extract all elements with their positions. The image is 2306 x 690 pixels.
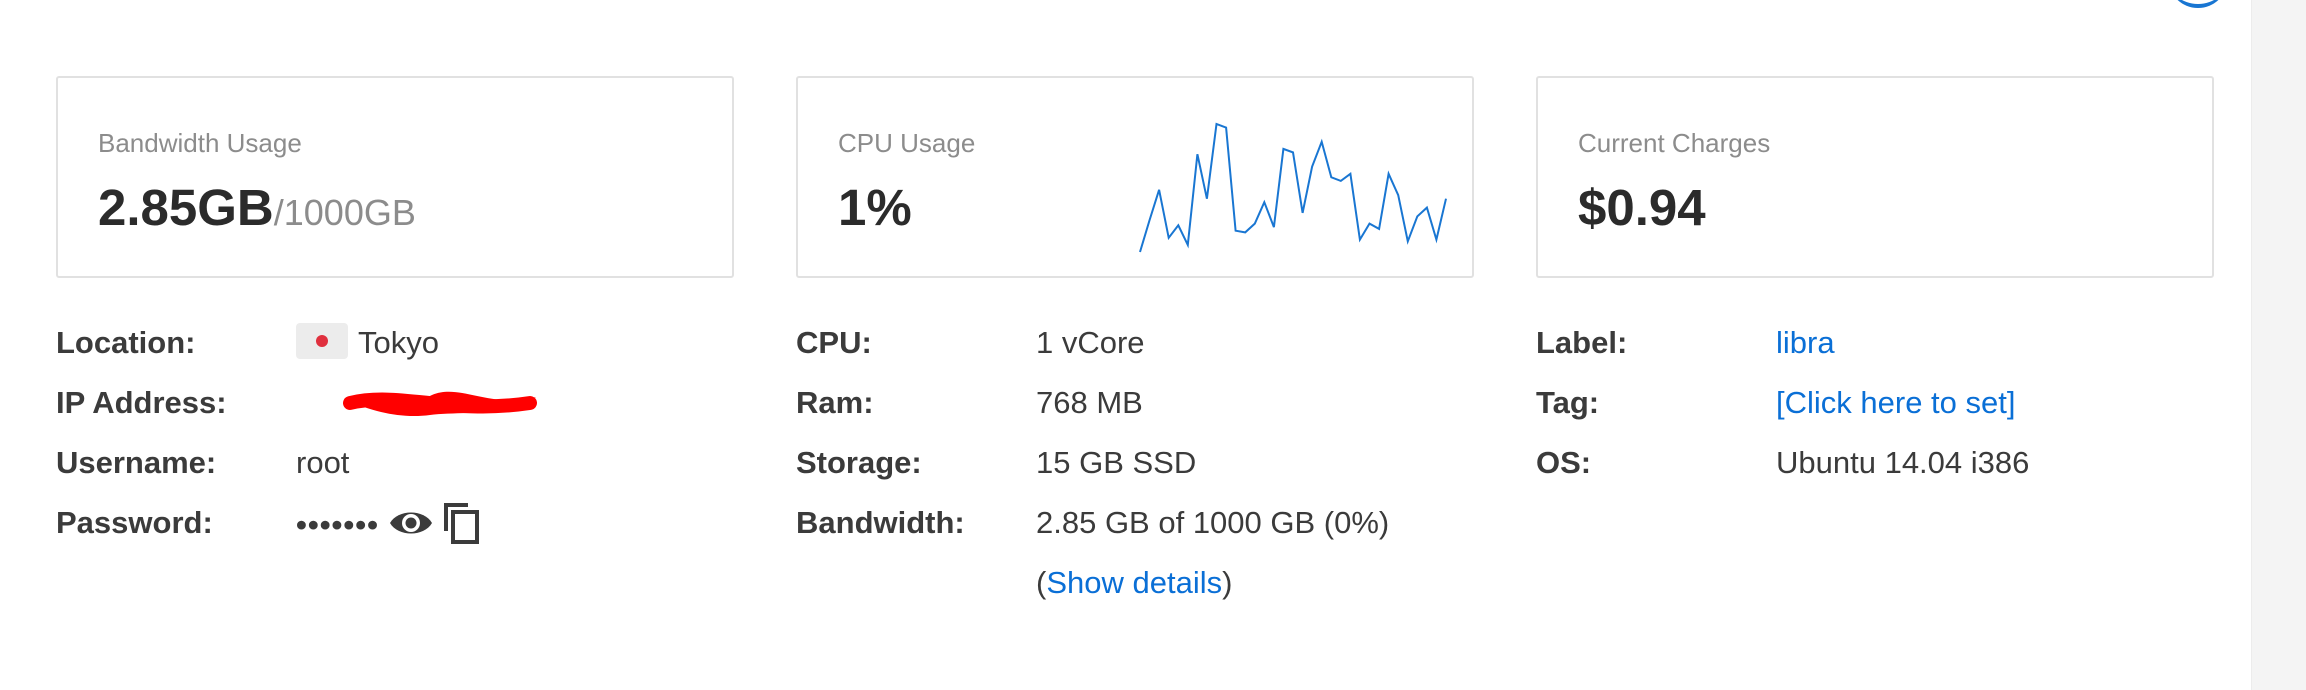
- ip-address-row: IP Address:: [56, 385, 736, 425]
- cpu-value: 1 vCore: [1036, 325, 1145, 360]
- label-row: Label: libra: [1536, 325, 2216, 365]
- location-label: Location:: [56, 325, 196, 360]
- current-charges-card: Current Charges $0.94: [1536, 76, 2214, 278]
- cpu-usage-sparkline: [1139, 122, 1447, 253]
- bandwidth-label: Bandwidth:: [796, 505, 965, 540]
- cpu-sparkline-line: [1139, 122, 1447, 253]
- password-row: Password: •••••••: [56, 503, 736, 545]
- location-value: Tokyo: [296, 323, 439, 361]
- current-charges-title: Current Charges: [1578, 128, 1771, 158]
- cpu-usage-card: CPU Usage 1%: [796, 76, 1474, 278]
- current-charges-value: $0.94: [1578, 179, 1706, 236]
- os-label: OS:: [1536, 445, 1592, 480]
- username-row: Username: root: [56, 445, 736, 485]
- cpu-usage-value: 1%: [838, 179, 912, 236]
- storage-row: Storage: 15 GB SSD: [796, 445, 1476, 485]
- password-masked: •••••••: [296, 507, 379, 543]
- bandwidth-total: /1000GB: [273, 192, 416, 233]
- bandwidth-value: 2.85 GB of 1000 GB (0%): [1036, 505, 1390, 540]
- os-row: OS: Ubuntu 14.04 i386: [1536, 445, 2216, 485]
- show-details-row: (Show details): [796, 565, 1476, 605]
- tag-set-link[interactable]: [Click here to set]: [1776, 385, 2015, 421]
- redacted-ip-scribble: [343, 391, 537, 417]
- cpu-row: CPU: 1 vCore: [796, 325, 1476, 365]
- location-row: Location: Tokyo: [56, 323, 736, 365]
- bandwidth-usage-card: Bandwidth Usage 2.85GB/1000GB: [56, 76, 734, 278]
- page-scrollbar[interactable]: [2251, 0, 2306, 690]
- japan-flag-icon: [296, 323, 348, 359]
- os-value: Ubuntu 14.04 i386: [1776, 445, 2030, 480]
- bandwidth-used: 2.85GB: [98, 179, 274, 236]
- storage-value: 15 GB SSD: [1036, 445, 1197, 480]
- bandwidth-row: Bandwidth: 2.85 GB of 1000 GB (0%): [796, 505, 1476, 545]
- location-text: Tokyo: [358, 325, 439, 360]
- storage-label: Storage:: [796, 445, 922, 480]
- ram-row: Ram: 768 MB: [796, 385, 1476, 425]
- show-details-group: (Show details): [1036, 565, 1232, 601]
- ip-address-label: IP Address:: [56, 385, 227, 420]
- username-label: Username:: [56, 445, 217, 480]
- label-label: Label:: [1536, 325, 1628, 360]
- cpu-label: CPU:: [796, 325, 872, 360]
- password-label: Password:: [56, 505, 213, 540]
- label-value-link[interactable]: libra: [1776, 325, 1835, 361]
- paren-close: ): [1222, 565, 1233, 600]
- ram-value: 768 MB: [1036, 385, 1143, 420]
- tag-label: Tag:: [1536, 385, 1600, 420]
- paren-open: (: [1036, 565, 1047, 600]
- username-value: root: [296, 445, 350, 480]
- tag-row: Tag: [Click here to set]: [1536, 385, 2216, 425]
- bandwidth-usage-value: 2.85GB/1000GB: [98, 178, 416, 237]
- eye-icon[interactable]: [388, 505, 434, 549]
- cpu-usage-title: CPU Usage: [838, 128, 976, 158]
- password-value-group: •••••••: [296, 501, 482, 553]
- top-avatar-edge[interactable]: [2168, 0, 2228, 8]
- bandwidth-usage-title: Bandwidth Usage: [98, 128, 302, 158]
- show-details-link[interactable]: Show details: [1046, 565, 1222, 600]
- ram-label: Ram:: [796, 385, 874, 420]
- copy-icon[interactable]: [442, 501, 482, 553]
